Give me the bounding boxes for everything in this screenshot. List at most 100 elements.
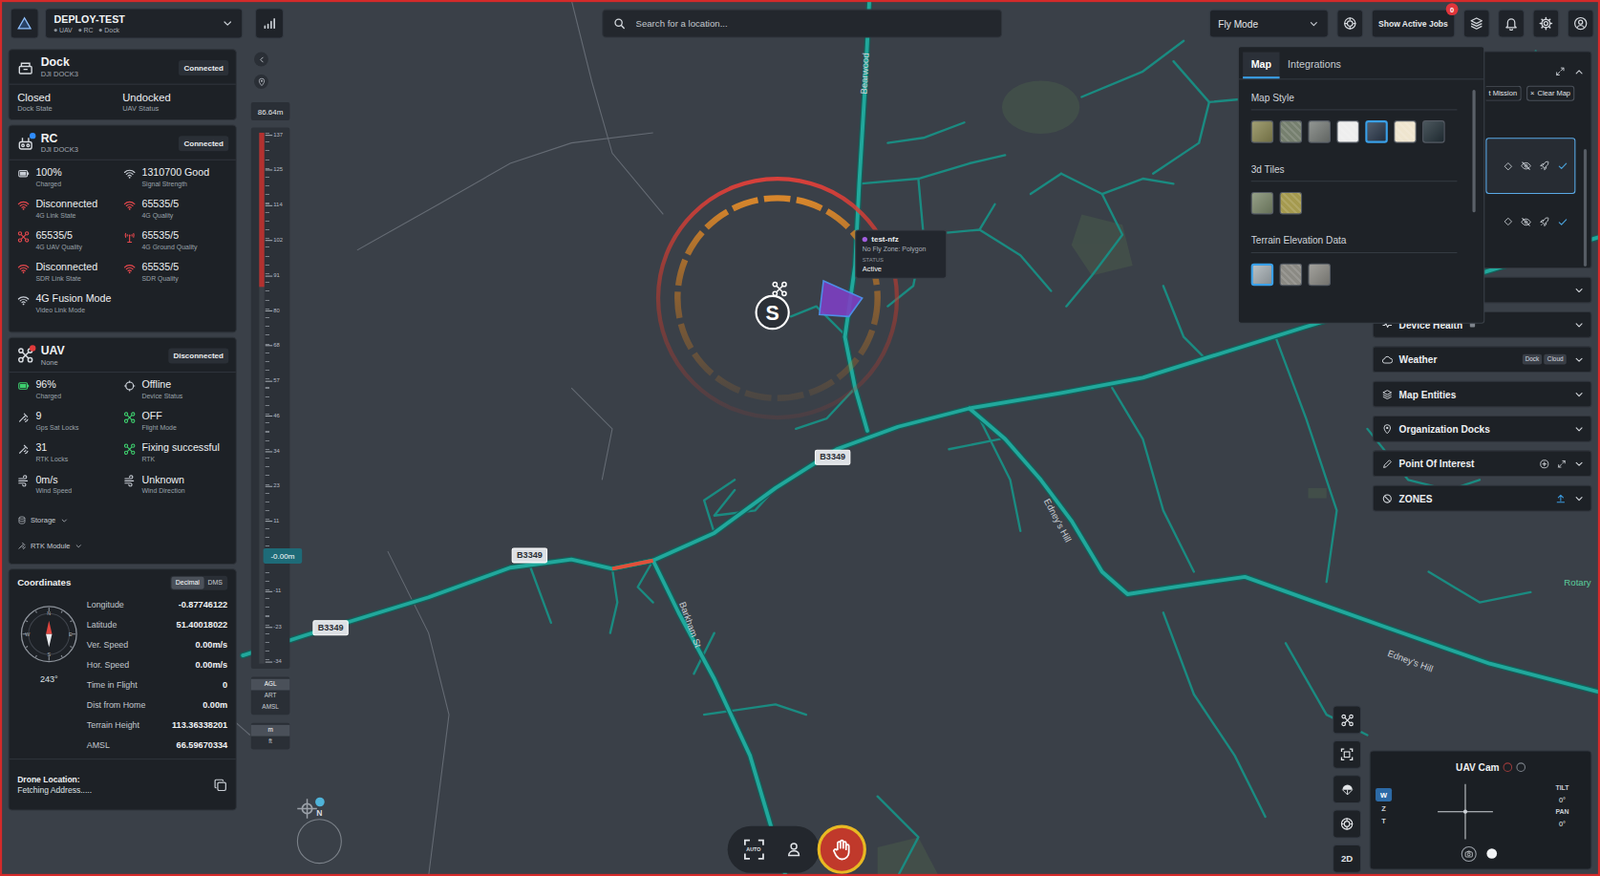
field-label: UAV Status xyxy=(122,104,228,114)
sidebar-section[interactable]: Point Of Interest xyxy=(1372,449,1593,477)
popup-section-title: Map Style xyxy=(1251,91,1458,110)
status-dot xyxy=(29,132,36,139)
copy-button[interactable] xyxy=(213,777,228,792)
section-controls xyxy=(1555,492,1585,505)
locate-button[interactable] xyxy=(1332,810,1362,839)
coordinate-row: Longitude-0.87746122 xyxy=(86,594,228,615)
auto-button[interactable]: AUTO xyxy=(740,835,768,863)
active-jobs-label: Show Active Jobs xyxy=(1378,19,1449,29)
sidebar-section[interactable]: WeatherDockCloud xyxy=(1372,345,1593,373)
mode-select[interactable]: Fly Mode xyxy=(1209,9,1329,39)
unit-option[interactable]: ft xyxy=(251,736,291,748)
style-swatch[interactable] xyxy=(1307,263,1331,287)
sidebar-section[interactable]: Organization Docks xyxy=(1372,415,1593,443)
drone-view-button[interactable] xyxy=(1336,9,1364,39)
notifications-button[interactable] xyxy=(1497,9,1525,39)
style-swatch[interactable] xyxy=(1251,192,1275,215)
coordinate-label: AMSL xyxy=(86,739,110,750)
swatch-color xyxy=(1280,192,1302,214)
popup-tab[interactable]: Map xyxy=(1242,52,1280,80)
action-label: Clear Map xyxy=(1537,88,1572,99)
style-swatch[interactable] xyxy=(1280,263,1303,287)
compass-ring xyxy=(297,818,342,864)
tick-label: 46 xyxy=(273,411,280,419)
format-option[interactable]: Decimal xyxy=(171,576,205,590)
mission-item[interactable] xyxy=(1485,209,1576,235)
expander[interactable]: RTK Module xyxy=(17,533,228,559)
status-text: 100%Charged xyxy=(35,166,62,188)
style-swatch[interactable] xyxy=(1251,120,1275,144)
org-chevron xyxy=(221,17,235,30)
drone-follow-button[interactable] xyxy=(1332,705,1362,735)
zoom-option[interactable]: Z xyxy=(1375,801,1392,815)
parachute-button[interactable] xyxy=(1332,774,1362,804)
status-label: Wind Direction xyxy=(141,486,185,496)
section-chevron xyxy=(1573,319,1585,331)
expander[interactable]: Storage xyxy=(17,507,228,534)
reference-option[interactable]: AMSL xyxy=(251,701,291,713)
chevron-down-icon xyxy=(74,541,84,551)
popup-tabs: MapIntegrations xyxy=(1238,46,1484,80)
major-tick xyxy=(265,626,273,628)
org-selector[interactable]: DEPLOY-TESTUAVRCDock xyxy=(44,8,243,40)
format-option[interactable]: DMS xyxy=(203,576,227,590)
map-compass[interactable]: N xyxy=(296,797,343,864)
emergency-stop-button[interactable] xyxy=(817,825,867,875)
pin-button[interactable] xyxy=(254,74,269,89)
camera-title: UAV Cam xyxy=(1455,761,1500,773)
capture-button[interactable] xyxy=(1460,845,1476,861)
sidebar-section[interactable]: ZONES xyxy=(1372,485,1593,512)
panel-toggle[interactable] xyxy=(1573,65,1585,78)
fit-view-button[interactable] xyxy=(1332,740,1362,769)
altitude-scale[interactable]: 1371251141029180685746342311-11-23-34-0.… xyxy=(251,128,291,669)
settings-button[interactable] xyxy=(1532,9,1559,39)
style-swatch[interactable] xyxy=(1365,120,1388,144)
status-text: 65535/54G UAV Quality xyxy=(35,229,83,251)
style-swatch[interactable] xyxy=(1393,120,1417,144)
reference-option[interactable]: AGL xyxy=(251,679,291,691)
status-item: 100%Charged xyxy=(17,166,124,198)
collapse-button[interactable] xyxy=(254,52,269,67)
sidebar-action-button[interactable]: ×Clear Map xyxy=(1526,85,1576,102)
zoom-option[interactable]: T xyxy=(1375,814,1392,829)
layers-button[interactable] xyxy=(1463,9,1491,39)
tower-icon xyxy=(123,231,136,244)
upload-icon xyxy=(1555,492,1567,505)
compass-letter: E xyxy=(68,630,73,637)
coordinate-value: 51.40018022 xyxy=(176,618,229,630)
reference-option[interactable]: ART xyxy=(251,689,291,702)
logo-button[interactable] xyxy=(10,8,40,40)
status-item: 0m/sWind Speed xyxy=(17,473,124,506)
active-jobs-button[interactable]: Show Active Jobs0 xyxy=(1371,9,1456,39)
tick-label: 125 xyxy=(273,166,283,173)
check-icon xyxy=(1557,215,1569,228)
profile-button[interactable] xyxy=(1567,9,1595,39)
search-bar[interactable] xyxy=(601,9,1003,39)
status-value: Offline xyxy=(141,379,183,392)
style-swatch[interactable] xyxy=(1280,192,1303,215)
top-bar: DEPLOY-TESTUAVRCDock Fly Mode Show Active … xyxy=(0,0,1600,47)
zoom-option[interactable]: W xyxy=(1375,788,1392,802)
style-swatch[interactable] xyxy=(1280,120,1303,144)
record-button[interactable] xyxy=(1486,848,1497,859)
diamond-icon xyxy=(1503,216,1515,228)
gimbal-pad[interactable] xyxy=(1396,782,1534,842)
status-label: Charged xyxy=(35,178,62,189)
home-marker[interactable]: S xyxy=(754,295,790,330)
style-swatch[interactable] xyxy=(1422,120,1446,144)
manual-button[interactable] xyxy=(780,835,808,863)
popup-tab[interactable]: Integrations xyxy=(1280,52,1350,80)
unit-option[interactable]: m xyxy=(251,725,291,737)
search-input[interactable] xyxy=(633,17,991,30)
sidebar-section[interactable]: Map Entities xyxy=(1372,381,1593,408)
major-tick xyxy=(265,205,273,207)
sidebar-action-button[interactable]: t Mission xyxy=(1485,85,1521,102)
style-swatch[interactable] xyxy=(1336,120,1360,144)
style-swatch[interactable] xyxy=(1251,263,1275,287)
signal-button[interactable] xyxy=(255,8,284,40)
status-item: 96%Charged xyxy=(17,379,124,411)
major-tick xyxy=(265,134,273,136)
style-swatch[interactable] xyxy=(1307,120,1331,144)
view-toggle[interactable]: 2D xyxy=(1332,844,1362,874)
mission-item[interactable] xyxy=(1485,137,1576,194)
